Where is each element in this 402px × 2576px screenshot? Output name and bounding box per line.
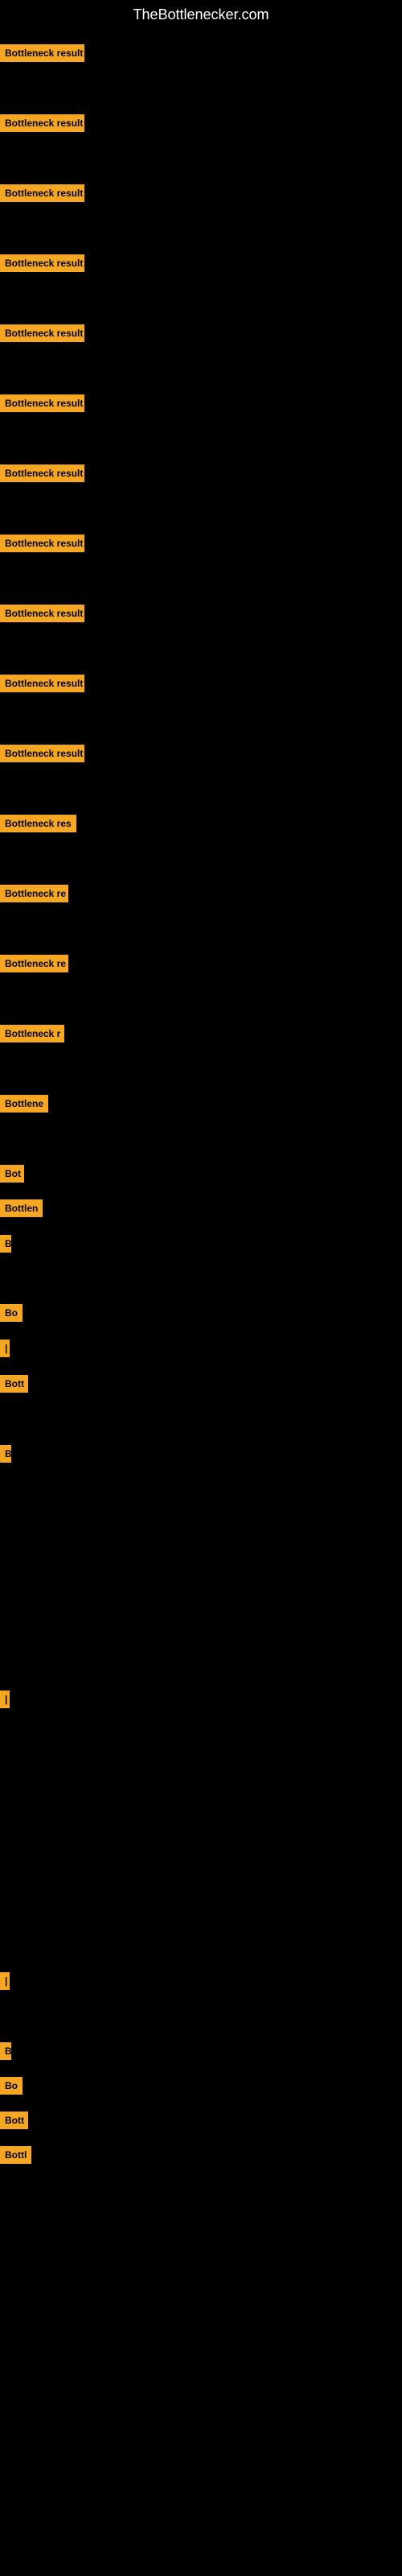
bottleneck-badge: Bottlene — [0, 1095, 48, 1113]
bottleneck-badge: Bottleneck result — [0, 324, 84, 342]
bottleneck-item[interactable]: Bottleneck res — [0, 815, 76, 832]
bottleneck-item[interactable]: Bottleneck result — [0, 535, 84, 552]
bottleneck-item[interactable]: B — [0, 1235, 11, 1253]
bottleneck-badge: B — [0, 1235, 11, 1253]
bottleneck-badge: | — [0, 1340, 10, 1357]
bottleneck-item[interactable]: | — [0, 1690, 10, 1708]
bottleneck-item[interactable]: Bo — [0, 1304, 23, 1322]
bottleneck-item[interactable]: Bottleneck result — [0, 254, 84, 272]
bottleneck-item[interactable]: Bottleneck re — [0, 955, 68, 972]
bottleneck-badge: Bottleneck result — [0, 114, 84, 132]
bottleneck-badge: Bottleneck re — [0, 955, 68, 972]
site-title: TheBottlenecker.com — [0, 0, 402, 30]
bottleneck-item[interactable]: Bott — [0, 1375, 28, 1393]
bottleneck-item[interactable]: Bottlene — [0, 1095, 48, 1113]
bottleneck-badge: B — [0, 1445, 11, 1463]
bottleneck-badge: Bottleneck result — [0, 254, 84, 272]
bottleneck-badge: Bottl — [0, 2146, 31, 2164]
bottleneck-badge: Bottleneck result — [0, 745, 84, 762]
bottleneck-badge: Bot — [0, 1165, 24, 1183]
bottleneck-item[interactable]: Bottleneck result — [0, 114, 84, 132]
bottleneck-item[interactable]: Bottleneck re — [0, 885, 68, 902]
bottleneck-item[interactable]: B — [0, 1445, 11, 1463]
bottleneck-item[interactable]: Bottleneck result — [0, 675, 84, 692]
bottleneck-badge: Bo — [0, 2077, 23, 2095]
bottleneck-item[interactable]: Bottleneck result — [0, 394, 84, 412]
bottleneck-item[interactable]: Bott — [0, 2112, 28, 2129]
bottleneck-badge: Bottleneck result — [0, 675, 84, 692]
bottleneck-item[interactable]: Bottlen — [0, 1199, 43, 1217]
bottleneck-badge: Bottleneck re — [0, 885, 68, 902]
bottleneck-item[interactable]: Bottleneck result — [0, 605, 84, 622]
bottleneck-badge: Bottleneck result — [0, 44, 84, 62]
bottleneck-badge: Bo — [0, 1304, 23, 1322]
bottleneck-badge: Bottleneck r — [0, 1025, 64, 1042]
bottleneck-item[interactable]: Bot — [0, 1165, 24, 1183]
bottleneck-badge: B — [0, 2042, 11, 2060]
bottleneck-item[interactable]: Bottleneck result — [0, 184, 84, 202]
bottleneck-badge: | — [0, 1690, 10, 1708]
bottleneck-item[interactable]: Bottleneck r — [0, 1025, 64, 1042]
bottleneck-badge: Bottleneck res — [0, 815, 76, 832]
bottleneck-item[interactable]: Bo — [0, 2077, 23, 2095]
bottleneck-badge: Bottleneck result — [0, 394, 84, 412]
bottleneck-badge: Bottleneck result — [0, 184, 84, 202]
bottleneck-badge: Bottleneck result — [0, 605, 84, 622]
bottleneck-badge: Bottlen — [0, 1199, 43, 1217]
bottleneck-badge: Bott — [0, 1375, 28, 1393]
bottleneck-item[interactable]: | — [0, 1972, 10, 1990]
bottleneck-item[interactable]: Bottleneck result — [0, 44, 84, 62]
bottleneck-item[interactable]: | — [0, 1340, 10, 1357]
bottleneck-item[interactable]: Bottleneck result — [0, 745, 84, 762]
bottleneck-badge: Bottleneck result — [0, 535, 84, 552]
bottleneck-badge: Bottleneck result — [0, 464, 84, 482]
bottleneck-item[interactable]: Bottleneck result — [0, 324, 84, 342]
bottleneck-badge: | — [0, 1972, 10, 1990]
bottleneck-badge: Bott — [0, 2112, 28, 2129]
bottleneck-item[interactable]: Bottl — [0, 2146, 31, 2164]
bottleneck-item[interactable]: B — [0, 2042, 11, 2060]
bottleneck-item[interactable]: Bottleneck result — [0, 464, 84, 482]
